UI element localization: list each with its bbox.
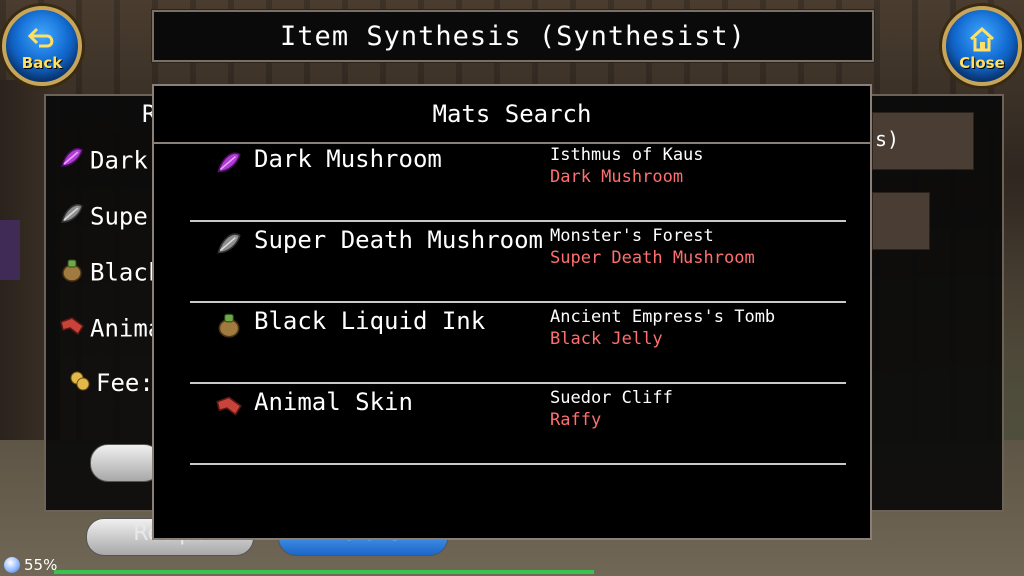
material-row[interactable]: Black Liquid Ink Ancient Empress's Tomb … [190, 304, 846, 384]
material-name: Animal Skin [254, 388, 413, 416]
home-icon [968, 26, 996, 56]
status-bar [54, 570, 594, 574]
black-liquid-ink-icon [58, 256, 86, 291]
row-divider [190, 220, 846, 222]
animal-skin-icon [58, 312, 86, 347]
synthesis-mat-row[interactable]: Dark [58, 144, 148, 175]
synthesis-mat-row[interactable]: Super [58, 200, 162, 231]
material-row[interactable]: Animal Skin Suedor Cliff Raffy [190, 385, 846, 465]
world-banner [0, 220, 20, 280]
material-location: Ancient Empress's Tomb [550, 307, 776, 327]
material-row[interactable]: Super Death Mushroom Monster's Forest Su… [190, 223, 846, 303]
synthesis-info-box: s) [872, 112, 974, 170]
title-bar: Item Synthesis (Synthesist) [152, 10, 874, 62]
synthesis-slot-box [872, 192, 930, 250]
super-death-mushroom-icon [214, 229, 244, 259]
fee-label: Fee: [96, 369, 154, 397]
synthesis-mat-row[interactable]: Black [58, 256, 162, 287]
material-monster: Super Death Mushroom [550, 248, 755, 268]
battery-indicator: 55% [0, 554, 57, 576]
row-divider [190, 463, 846, 465]
material-location: Isthmus of Kaus [550, 145, 704, 165]
material-monster: Dark Mushroom [550, 167, 684, 187]
synthesis-mat-label: Dark [90, 146, 148, 175]
back-button[interactable]: Back [2, 6, 82, 86]
material-monster: Raffy [550, 410, 602, 430]
back-arrow-icon [27, 26, 57, 56]
close-button-label: Close [959, 54, 1005, 72]
material-location: Suedor Cliff [550, 388, 673, 408]
material-name: Super Death Mushroom [254, 226, 543, 254]
coins-icon [68, 369, 92, 400]
dark-mushroom-icon [58, 144, 86, 179]
row-divider [190, 301, 846, 303]
material-location: Monster's Forest [550, 226, 714, 246]
material-name: Dark Mushroom [254, 145, 442, 173]
dialog-header: Mats Search [154, 86, 870, 144]
battery-orb-icon [4, 557, 20, 573]
back-button-label: Back [21, 54, 63, 72]
battery-percent: 55% [24, 556, 58, 574]
dialog-title: Mats Search [432, 100, 592, 128]
material-name: Black Liquid Ink [254, 307, 486, 335]
material-row[interactable]: Dark Mushroom Isthmus of Kaus Dark Mushr… [190, 142, 846, 222]
synthesis-info-text: s) [875, 127, 900, 151]
status-bar-fill [54, 570, 594, 574]
dark-mushroom-icon [214, 148, 244, 178]
fee-row: Fee: [68, 368, 154, 398]
mats-search-dialog: Mats Search Dark Mushroom Isthmus of Kau… [152, 84, 872, 540]
black-liquid-ink-icon [214, 310, 244, 340]
close-button[interactable]: Close [942, 6, 1022, 86]
animal-skin-icon [214, 391, 244, 421]
synthesis-mat-row[interactable]: Anima [58, 312, 162, 343]
super-death-mushroom-icon [58, 200, 86, 235]
row-divider [190, 382, 846, 384]
material-monster: Black Jelly [550, 329, 663, 349]
page-title: Item Synthesis (Synthesist) [280, 21, 746, 52]
